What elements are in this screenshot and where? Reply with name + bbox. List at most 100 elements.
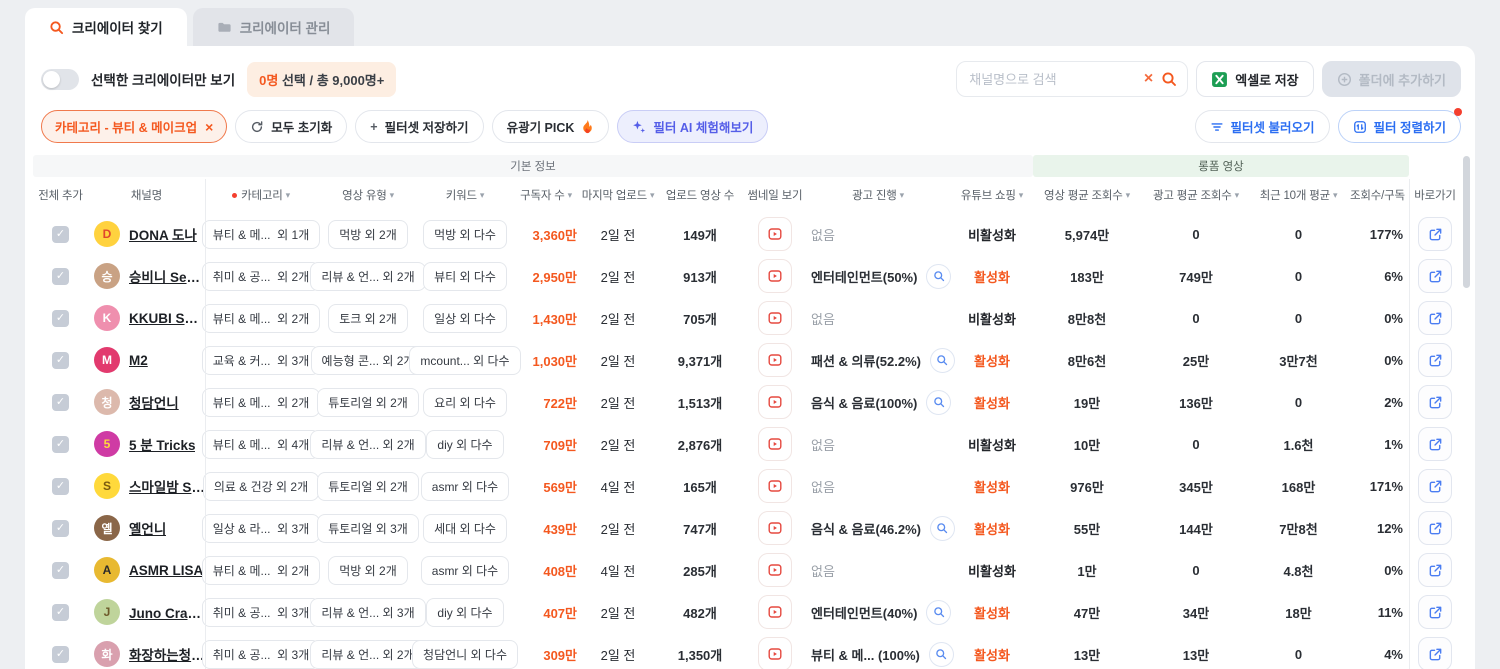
channel-name-link[interactable]: 화장하는청담언니	[129, 644, 205, 664]
col-video-type[interactable]: 영상 유형 ▾	[317, 187, 419, 203]
external-link-button[interactable]	[1418, 511, 1452, 545]
video-type-pill[interactable]: 튜토리얼 외 3개	[317, 513, 419, 543]
keyword-pill[interactable]: mcount... 외 다수	[409, 345, 521, 375]
col-keyword[interactable]: 키워드 ▾	[419, 187, 511, 203]
category-pill[interactable]: 취미 & 공... 외 3개	[201, 597, 321, 627]
col-recent10-avg[interactable]: 최근 10개 평균 ▾	[1251, 187, 1346, 203]
ad-search-button[interactable]	[926, 389, 952, 415]
video-type-pill[interactable]: 먹방 외 2개	[328, 555, 408, 585]
tab-manage-creators[interactable]: 크리에이터 관리	[192, 8, 355, 46]
filter-ai-button[interactable]: 필터 AI 체험해보기	[617, 110, 769, 143]
video-type-pill[interactable]: 리뷰 & 언... 외 2개	[310, 639, 426, 669]
channel-name-link[interactable]: 스마일밤 Smile B...	[129, 476, 205, 496]
external-link-button[interactable]	[1418, 217, 1452, 251]
thumbnail-view-button[interactable]	[758, 469, 792, 503]
category-pill[interactable]: 취미 & 공... 외 3개	[201, 639, 321, 669]
external-link-button[interactable]	[1418, 553, 1452, 587]
row-checkbox[interactable]: ✓	[52, 351, 69, 369]
load-filterset-button[interactable]: 필터셋 불러오기	[1194, 110, 1330, 143]
thumbnail-view-button[interactable]	[758, 427, 792, 461]
save-excel-button[interactable]: 엑셀로 저장	[1196, 61, 1314, 97]
thumbnail-view-button[interactable]	[758, 301, 792, 335]
keyword-pill[interactable]: 요리 외 다수	[423, 387, 507, 417]
row-checkbox[interactable]: ✓	[52, 267, 69, 285]
category-pill[interactable]: 뷰티 & 메... 외 2개	[201, 303, 321, 333]
external-link-button[interactable]	[1418, 595, 1452, 629]
category-pill[interactable]: 뷰티 & 메... 외 4개	[201, 429, 321, 459]
col-avg-views[interactable]: 영상 평균 조회수 ▾	[1033, 187, 1141, 203]
vertical-scrollbar[interactable]	[1463, 156, 1470, 288]
keyword-pill[interactable]: 먹방 외 다수	[423, 219, 507, 249]
external-link-button[interactable]	[1418, 385, 1452, 419]
channel-name-link[interactable]: 청담언니	[129, 392, 179, 412]
category-pill[interactable]: 의료 & 건강 외 2개	[202, 471, 320, 501]
col-youtube-shopping[interactable]: 유튜브 쇼핑 ▾	[951, 187, 1033, 203]
thumbnail-view-button[interactable]	[758, 595, 792, 629]
search-submit-icon[interactable]	[1161, 71, 1177, 87]
channel-name-link[interactable]: DONA 도나	[129, 224, 197, 244]
col-last-upload[interactable]: 마지막 업로드 ▾	[581, 187, 655, 203]
sort-filters-button[interactable]: 필터 정렬하기	[1337, 108, 1462, 143]
video-type-pill[interactable]: 튜토리얼 외 2개	[317, 387, 419, 417]
col-subscribers[interactable]: 구독자 수 ▾	[511, 187, 581, 203]
video-type-pill[interactable]: 토크 외 2개	[328, 303, 408, 333]
video-type-pill[interactable]: 리뷰 & 언... 외 3개	[310, 597, 426, 627]
keyword-pill[interactable]: 뷰티 외 다수	[423, 261, 507, 291]
row-checkbox[interactable]: ✓	[52, 561, 69, 579]
channel-search-input[interactable]	[969, 71, 1136, 87]
video-type-pill[interactable]: 리뷰 & 언... 외 2개	[310, 261, 426, 291]
video-type-pill[interactable]: 먹방 외 2개	[328, 219, 408, 249]
add-to-folder-button[interactable]: 폴더에 추가하기	[1321, 61, 1461, 97]
row-checkbox[interactable]: ✓	[52, 603, 69, 621]
row-checkbox[interactable]: ✓	[52, 477, 69, 495]
active-filter-chip[interactable]: 카테고리 - 뷰티 & 메이크업 ×	[41, 110, 228, 143]
external-link-button[interactable]	[1418, 259, 1452, 293]
col-ad-progress[interactable]: 광고 진행 ▾	[805, 187, 951, 203]
channel-name-link[interactable]: M2	[129, 353, 148, 368]
clear-search-icon[interactable]: ×	[1144, 71, 1153, 87]
thumbnail-view-button[interactable]	[758, 385, 792, 419]
selected-only-toggle[interactable]	[41, 68, 79, 90]
channel-name-link[interactable]: 옐언니	[129, 518, 166, 538]
video-type-pill[interactable]: 리뷰 & 언... 외 2개	[310, 429, 426, 459]
row-checkbox[interactable]: ✓	[52, 309, 69, 327]
thumbnail-view-button[interactable]	[758, 259, 792, 293]
row-checkbox[interactable]: ✓	[52, 225, 69, 243]
channel-name-link[interactable]: KKUBI STUDIO	[129, 311, 205, 326]
keyword-pill[interactable]: diy 외 다수	[426, 429, 504, 459]
channel-name-link[interactable]: 5 분 Tricks	[129, 434, 195, 454]
external-link-button[interactable]	[1418, 427, 1452, 461]
thumbnail-view-button[interactable]	[758, 343, 792, 377]
thumbnail-view-button[interactable]	[758, 553, 792, 587]
channel-name-link[interactable]: ASMR LISA	[129, 563, 203, 578]
keyword-pill[interactable]: 청담언니 외 다수	[412, 639, 518, 669]
keyword-pill[interactable]: 세대 외 다수	[423, 513, 507, 543]
ad-search-button[interactable]	[926, 599, 952, 625]
external-link-button[interactable]	[1418, 343, 1452, 377]
save-filterset-button[interactable]: + 필터셋 저장하기	[355, 110, 484, 143]
reset-all-button[interactable]: 모두 초기화	[235, 110, 348, 143]
category-pill[interactable]: 뷰티 & 메... 외 2개	[201, 387, 321, 417]
category-pill[interactable]: 교육 & 커... 외 3개	[201, 345, 321, 375]
tab-find-creators[interactable]: 크리에이터 찾기	[25, 8, 187, 46]
category-pill[interactable]: 취미 & 공... 외 2개	[201, 261, 321, 291]
row-checkbox[interactable]: ✓	[52, 393, 69, 411]
channel-name-link[interactable]: Juno Craft 주노 ...	[129, 602, 205, 622]
col-category[interactable]: 카테고리 ▾	[205, 187, 317, 203]
thumbnail-view-button[interactable]	[758, 637, 792, 669]
external-link-button[interactable]	[1418, 637, 1452, 669]
category-pill[interactable]: 일상 & 라... 외 3개	[201, 513, 321, 543]
category-pill[interactable]: 뷰티 & 메... 외 2개	[201, 555, 321, 585]
keyword-pill[interactable]: diy 외 다수	[426, 597, 504, 627]
video-type-pill[interactable]: 튜토리얼 외 2개	[317, 471, 419, 501]
keyword-pill[interactable]: asmr 외 다수	[420, 471, 510, 501]
remove-filter-icon[interactable]: ×	[205, 119, 213, 135]
external-link-button[interactable]	[1418, 469, 1452, 503]
col-ad-avg-views[interactable]: 광고 평균 조회수 ▾	[1141, 187, 1251, 203]
category-pill[interactable]: 뷰티 & 메... 외 1개	[201, 219, 321, 249]
external-link-button[interactable]	[1418, 301, 1452, 335]
row-checkbox[interactable]: ✓	[52, 645, 69, 663]
pick-button[interactable]: 유광기 PICK	[491, 110, 610, 143]
keyword-pill[interactable]: asmr 외 다수	[420, 555, 510, 585]
ad-search-button[interactable]	[926, 263, 952, 289]
